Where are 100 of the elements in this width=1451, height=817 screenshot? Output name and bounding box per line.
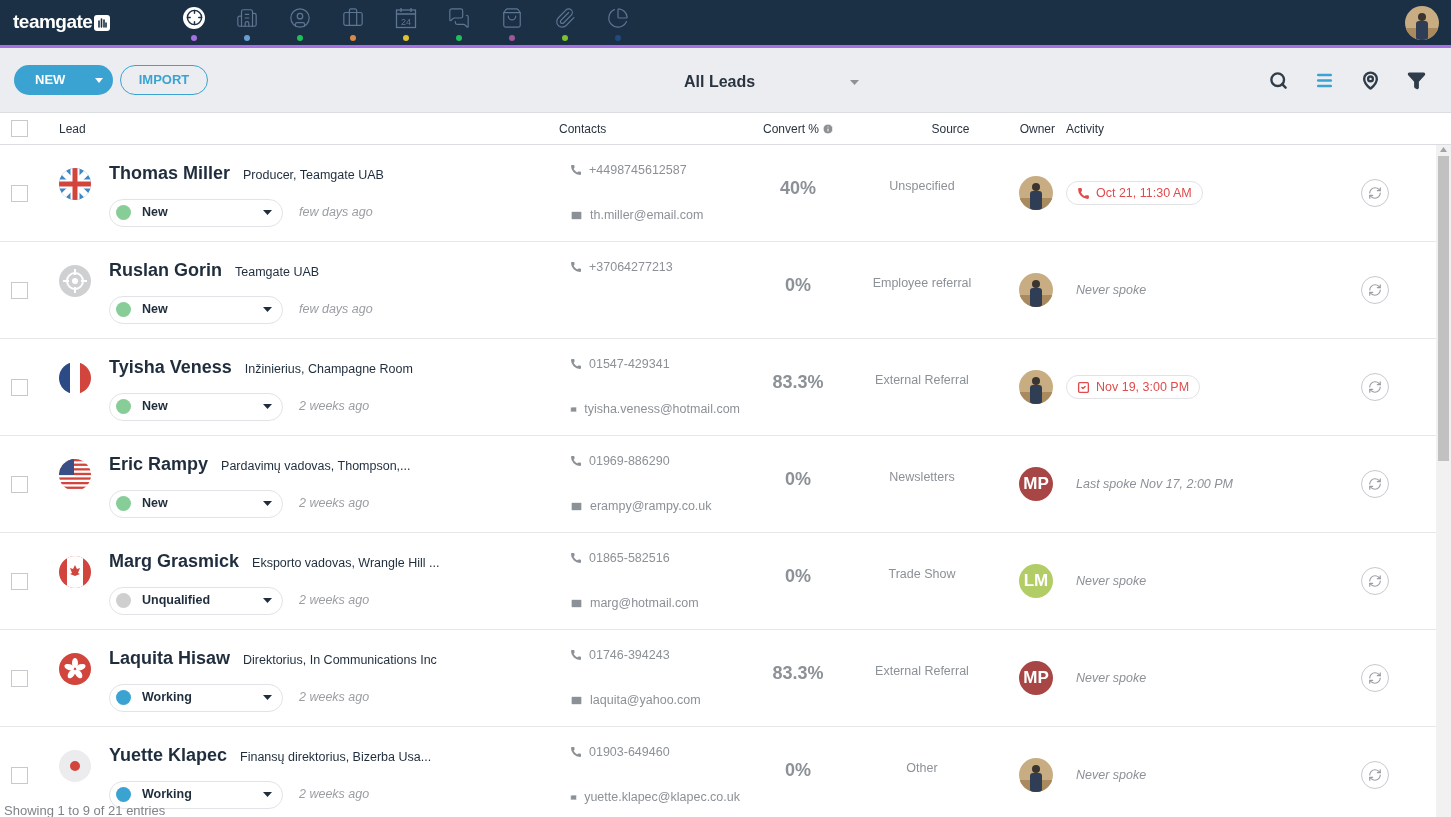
lead-title: Direktorius, In Communications Inc <box>243 651 437 669</box>
convert-percent: 0% <box>785 468 811 489</box>
phone-icon <box>570 746 582 759</box>
filter-icon[interactable] <box>1407 70 1426 90</box>
lead-name[interactable]: Thomas Miller <box>109 159 231 187</box>
lead-title: Teamgate UAB <box>235 263 320 281</box>
time-ago: few days ago <box>299 204 373 222</box>
lead-row[interactable]: Thomas Miller Producer, Teamgate UAB New few days ago +4498745612587 th.miller@email.com 40% Unspecified Oct 21, 11:30 AM <box>0 145 1436 242</box>
phone-icon <box>570 261 582 274</box>
row-checkbox[interactable] <box>11 475 28 493</box>
caret-icon <box>263 695 272 700</box>
view-select[interactable]: All Leads <box>684 70 859 94</box>
lead-source: Newsletters <box>889 469 955 484</box>
calendar-icon: 24 <box>395 6 417 29</box>
target-icon <box>183 6 205 29</box>
lead-name[interactable]: Tyisha Veness <box>109 353 232 381</box>
lead-source: Trade Show <box>888 566 956 581</box>
time-ago: 2 weeks ago <box>299 495 370 513</box>
lead-title: Pardavimų vadovas, Thompson,... <box>221 457 411 475</box>
lead-source: External Referral <box>875 372 969 387</box>
row-checkbox[interactable] <box>11 572 28 590</box>
scrollbar-thumb[interactable] <box>1438 156 1449 461</box>
select-all-checkbox[interactable] <box>11 120 28 137</box>
owner-avatar: LM <box>1019 564 1053 598</box>
caret-icon <box>263 501 272 506</box>
activity-text: Never spoke <box>1075 281 1147 299</box>
row-checkbox[interactable] <box>11 669 28 687</box>
convert-percent: 40% <box>780 177 816 198</box>
lead-name[interactable]: Eric Rampy <box>109 450 209 478</box>
paperclip-icon <box>554 6 576 29</box>
lead-row[interactable]: Laquita Hisaw Direktorius, In Communications Inc Working 2 weeks ago 01746-394243 laquita@yahoo.com 83.3% External Referral MP Never spoke <box>0 630 1436 727</box>
refresh-icon <box>1368 283 1382 297</box>
convert-percent: 0% <box>785 759 811 780</box>
lead-name[interactable]: Marg Grasmick <box>109 547 240 575</box>
logo-text[interactable]: teamgate <box>13 8 93 37</box>
owner-avatar <box>1019 370 1053 404</box>
scroll-up-arrow-icon[interactable] <box>1440 147 1447 152</box>
lead-name[interactable]: Laquita Hisaw <box>109 644 231 672</box>
phone-icon <box>570 358 582 371</box>
lead-name[interactable]: Ruslan Gorin <box>109 256 222 284</box>
convert-percent: 0% <box>785 274 811 295</box>
building-icon <box>236 6 258 29</box>
scrollbar[interactable] <box>1436 145 1451 817</box>
person-icon <box>289 6 311 29</box>
caret-icon <box>263 598 272 603</box>
checked-task-icon <box>1077 380 1090 394</box>
column-header[interactable]: Lead <box>59 119 559 138</box>
briefcase-icon <box>342 6 364 29</box>
search-icon[interactable] <box>1269 70 1288 90</box>
refresh-icon <box>1368 186 1382 200</box>
row-checkbox[interactable] <box>11 281 28 299</box>
column-header[interactable]: Convert % <box>763 119 820 138</box>
convert-percent: 83.3% <box>772 662 824 683</box>
shopping-bag-icon <box>501 6 523 29</box>
owner-avatar <box>1019 758 1053 792</box>
lead-row[interactable]: Eric Rampy Pardavimų vadovas, Thompson,... New 2 weeks ago 01969-886290 erampy@rampy.co.uk 0% Newsletters MP Last spoke Nov 17, 2:00 PM <box>0 436 1436 533</box>
row-checkbox[interactable] <box>11 766 28 784</box>
owner-avatar: MP <box>1019 467 1053 501</box>
caret-icon <box>95 77 103 83</box>
lead-source: Unspecified <box>889 178 955 193</box>
lead-source: External Referral <box>875 663 969 678</box>
owner-avatar <box>1019 176 1053 210</box>
chat-bubbles-icon <box>448 6 470 29</box>
time-ago: 2 weeks ago <box>299 592 370 610</box>
user-avatar <box>1405 5 1439 40</box>
refresh-icon <box>1368 768 1382 782</box>
caret-icon <box>263 210 272 215</box>
refresh-icon <box>1368 380 1382 394</box>
row-checkbox[interactable] <box>11 378 28 396</box>
convert-percent: 0% <box>785 565 811 586</box>
lead-name[interactable]: Yuette Klapec <box>109 741 228 769</box>
lead-title: Finansų direktorius, Bizerba Usa... <box>240 748 432 766</box>
column-header[interactable]: Owner <box>1018 119 1066 138</box>
lead-row[interactable]: Tyisha Veness Inžinierius, Champagne Room New 2 weeks ago 01547-429341 tyisha.veness@hotmail.com 83.3% External Referral Nov 19, 3:00 PM <box>0 339 1436 436</box>
time-ago: 2 weeks ago <box>299 689 370 707</box>
caret-icon <box>263 307 272 312</box>
phone-icon <box>570 164 582 177</box>
time-ago: few days ago <box>299 301 373 319</box>
lead-title: Inžinierius, Champagne Room <box>244 360 413 378</box>
refresh-icon <box>1368 671 1382 685</box>
convert-percent: 83.3% <box>772 371 824 392</box>
refresh-icon <box>1368 574 1382 588</box>
lead-row[interactable]: Ruslan Gorin Teamgate UAB New few days ago +37064277213 0% Employee referral Never spoke <box>0 242 1436 339</box>
caret-icon <box>263 404 272 409</box>
lead-title: Eksporto vadovas, Wrangle Hill ... <box>252 554 440 572</box>
map-pin-icon[interactable] <box>1361 70 1380 90</box>
row-checkbox[interactable] <box>11 184 28 202</box>
activity-text: Never spoke <box>1075 766 1147 784</box>
column-header[interactable]: Source <box>883 119 1018 138</box>
info-icon[interactable] <box>822 122 835 135</box>
activity-text: Never spoke <box>1075 572 1147 590</box>
phone-icon <box>570 649 582 662</box>
time-ago: 2 weeks ago <box>299 786 370 804</box>
activity-text: Last spoke Nov 17, 2:00 PM <box>1075 475 1234 493</box>
lead-title: Producer, Teamgate UAB <box>243 166 384 184</box>
caret-icon <box>850 79 859 85</box>
column-header[interactable]: Activity <box>1066 119 1104 138</box>
column-header[interactable]: Contacts <box>559 119 763 138</box>
activity-text: Never spoke <box>1075 669 1147 687</box>
lead-row[interactable]: Marg Grasmick Eksporto vadovas, Wrangle Hill ... Unqualified 2 weeks ago 01865-582516 marg@hotmail.com 0% Trade Show LM Never spoke <box>0 533 1436 630</box>
